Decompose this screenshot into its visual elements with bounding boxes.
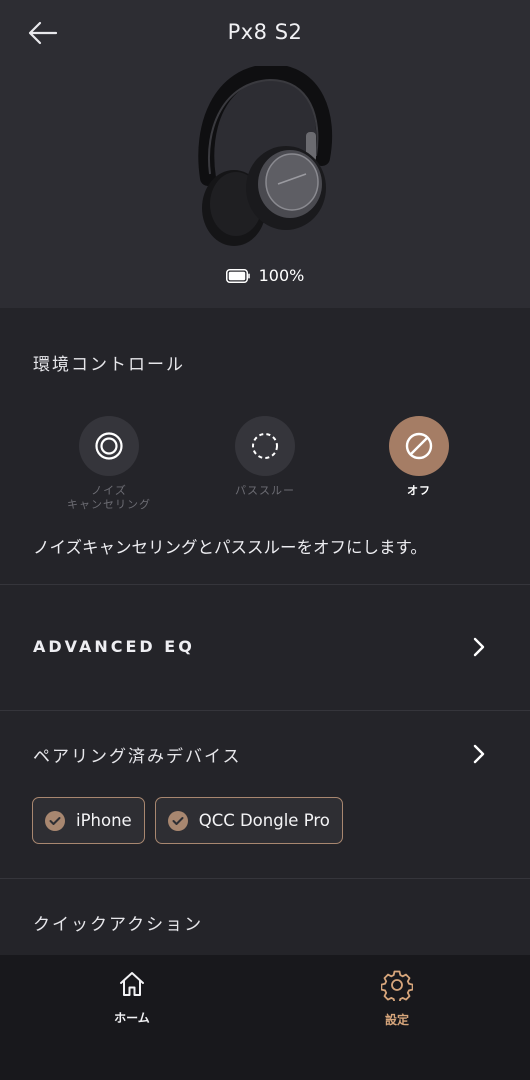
- divider: [0, 710, 530, 711]
- paired-devices-title: ペアリング済みデバイス: [33, 747, 242, 767]
- check-icon: [167, 810, 188, 831]
- nav-label: ホーム: [114, 1011, 150, 1025]
- page-title: Px8 S2: [227, 20, 303, 44]
- gear-icon: [380, 970, 414, 1004]
- noise-cancelling-icon: [95, 432, 123, 460]
- divider: [0, 584, 530, 585]
- device-chip-iphone[interactable]: iPhone: [32, 797, 145, 844]
- battery-percent: 100%: [258, 266, 305, 285]
- paired-devices-list: iPhone QCC Dongle Pro: [32, 797, 343, 844]
- check-icon: [45, 810, 65, 831]
- mode-label: オフ: [407, 484, 431, 497]
- device-chip-qcc-dongle[interactable]: QCC Dongle Pro: [154, 797, 343, 844]
- settings-content: 環境コントロール ノイズ キャンセリング パススルー オフ ノイズキャンセリング…: [0, 308, 530, 955]
- nav-label: 設定: [384, 1013, 409, 1027]
- ambient-control-title: 環境コントロール: [33, 355, 185, 375]
- battery-status: 100%: [0, 266, 530, 285]
- chevron-right-icon[interactable]: [471, 636, 487, 658]
- mode-pass-through[interactable]: パススルー: [205, 416, 325, 498]
- nav-settings[interactable]: 設定: [352, 969, 442, 1028]
- off-icon: [405, 432, 433, 460]
- device-name: QCC Dongle Pro: [198, 811, 330, 830]
- mode-off[interactable]: オフ: [359, 416, 479, 498]
- chevron-right-icon[interactable]: [471, 743, 487, 765]
- device-header: Px8 S2 100%: [0, 0, 530, 308]
- battery-icon: [225, 268, 250, 283]
- mode-label: ノイズ: [91, 484, 127, 497]
- divider: [0, 878, 530, 879]
- quick-actions-title[interactable]: クイックアクション: [33, 910, 203, 935]
- ambient-modes: ノイズ キャンセリング パススルー オフ: [0, 416, 530, 516]
- mode-label: キャンセリング: [67, 498, 151, 511]
- mode-noise-cancelling[interactable]: ノイズ キャンセリング: [49, 416, 169, 512]
- advanced-eq-title: ADVANCED EQ: [33, 637, 195, 656]
- ambient-description: ノイズキャンセリングとパススルーをオフにします。: [33, 538, 427, 557]
- mode-label: パススルー: [235, 484, 295, 497]
- headphones-image: [198, 66, 333, 246]
- nav-home[interactable]: ホーム: [87, 969, 177, 1026]
- bottom-navigation: ホーム 設定: [0, 955, 530, 1080]
- pass-through-icon: [252, 433, 278, 459]
- home-icon: [120, 972, 144, 996]
- device-name: iPhone: [76, 811, 132, 830]
